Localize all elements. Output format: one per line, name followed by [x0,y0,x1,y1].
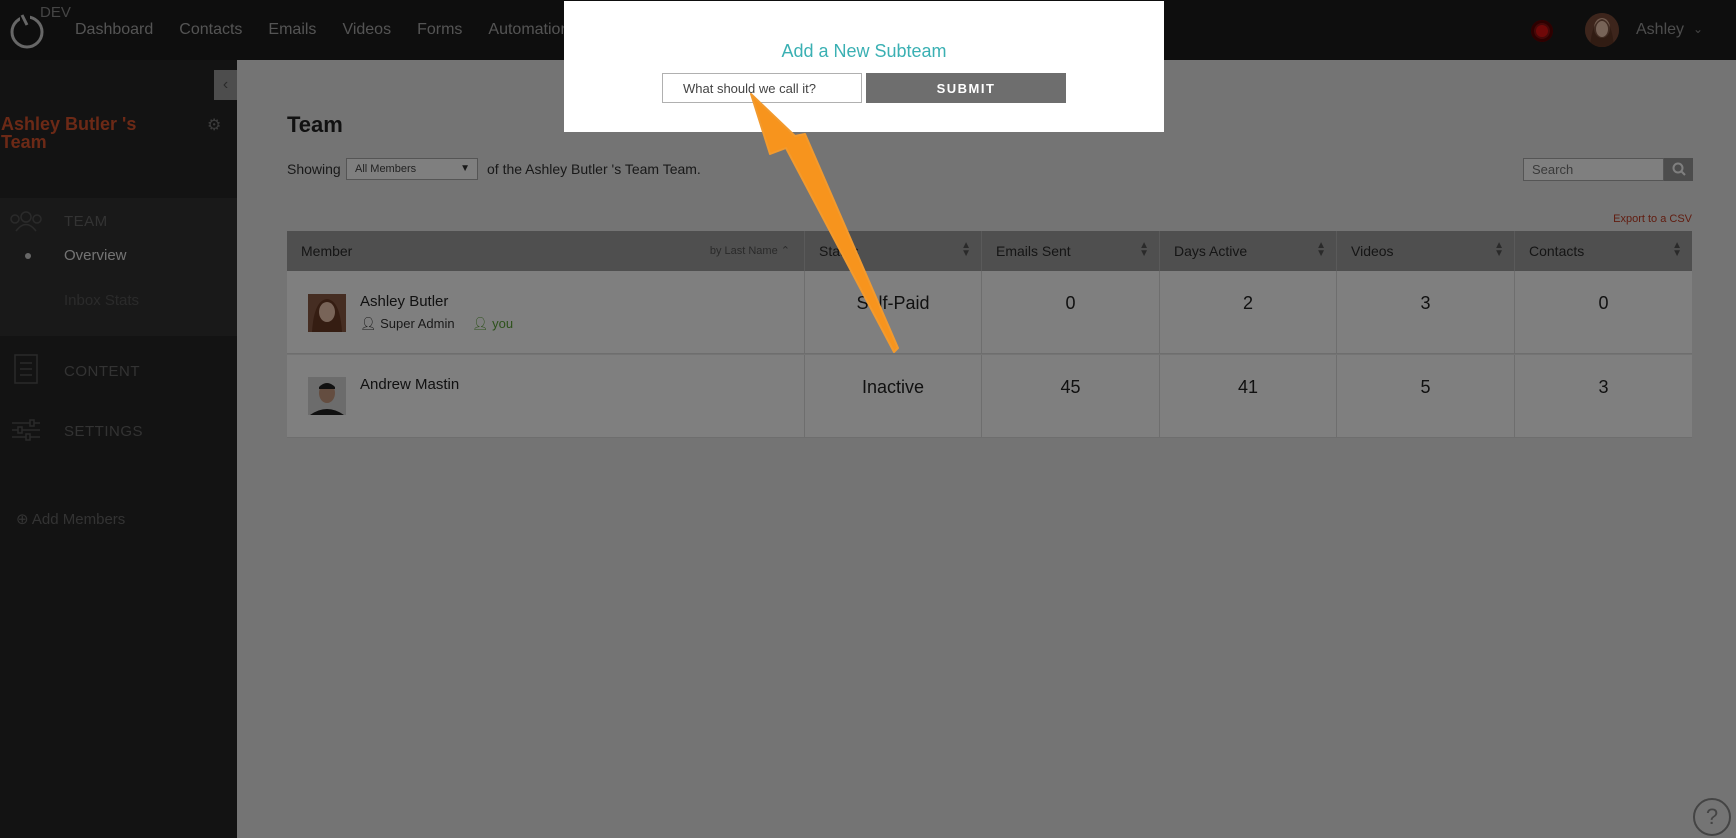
subteam-name-input[interactable] [662,73,862,103]
modal-title: Add a New Subteam [781,41,947,61]
add-subteam-modal: Add a New Subteam SUBMIT [564,1,1164,132]
submit-button[interactable]: SUBMIT [866,73,1066,103]
